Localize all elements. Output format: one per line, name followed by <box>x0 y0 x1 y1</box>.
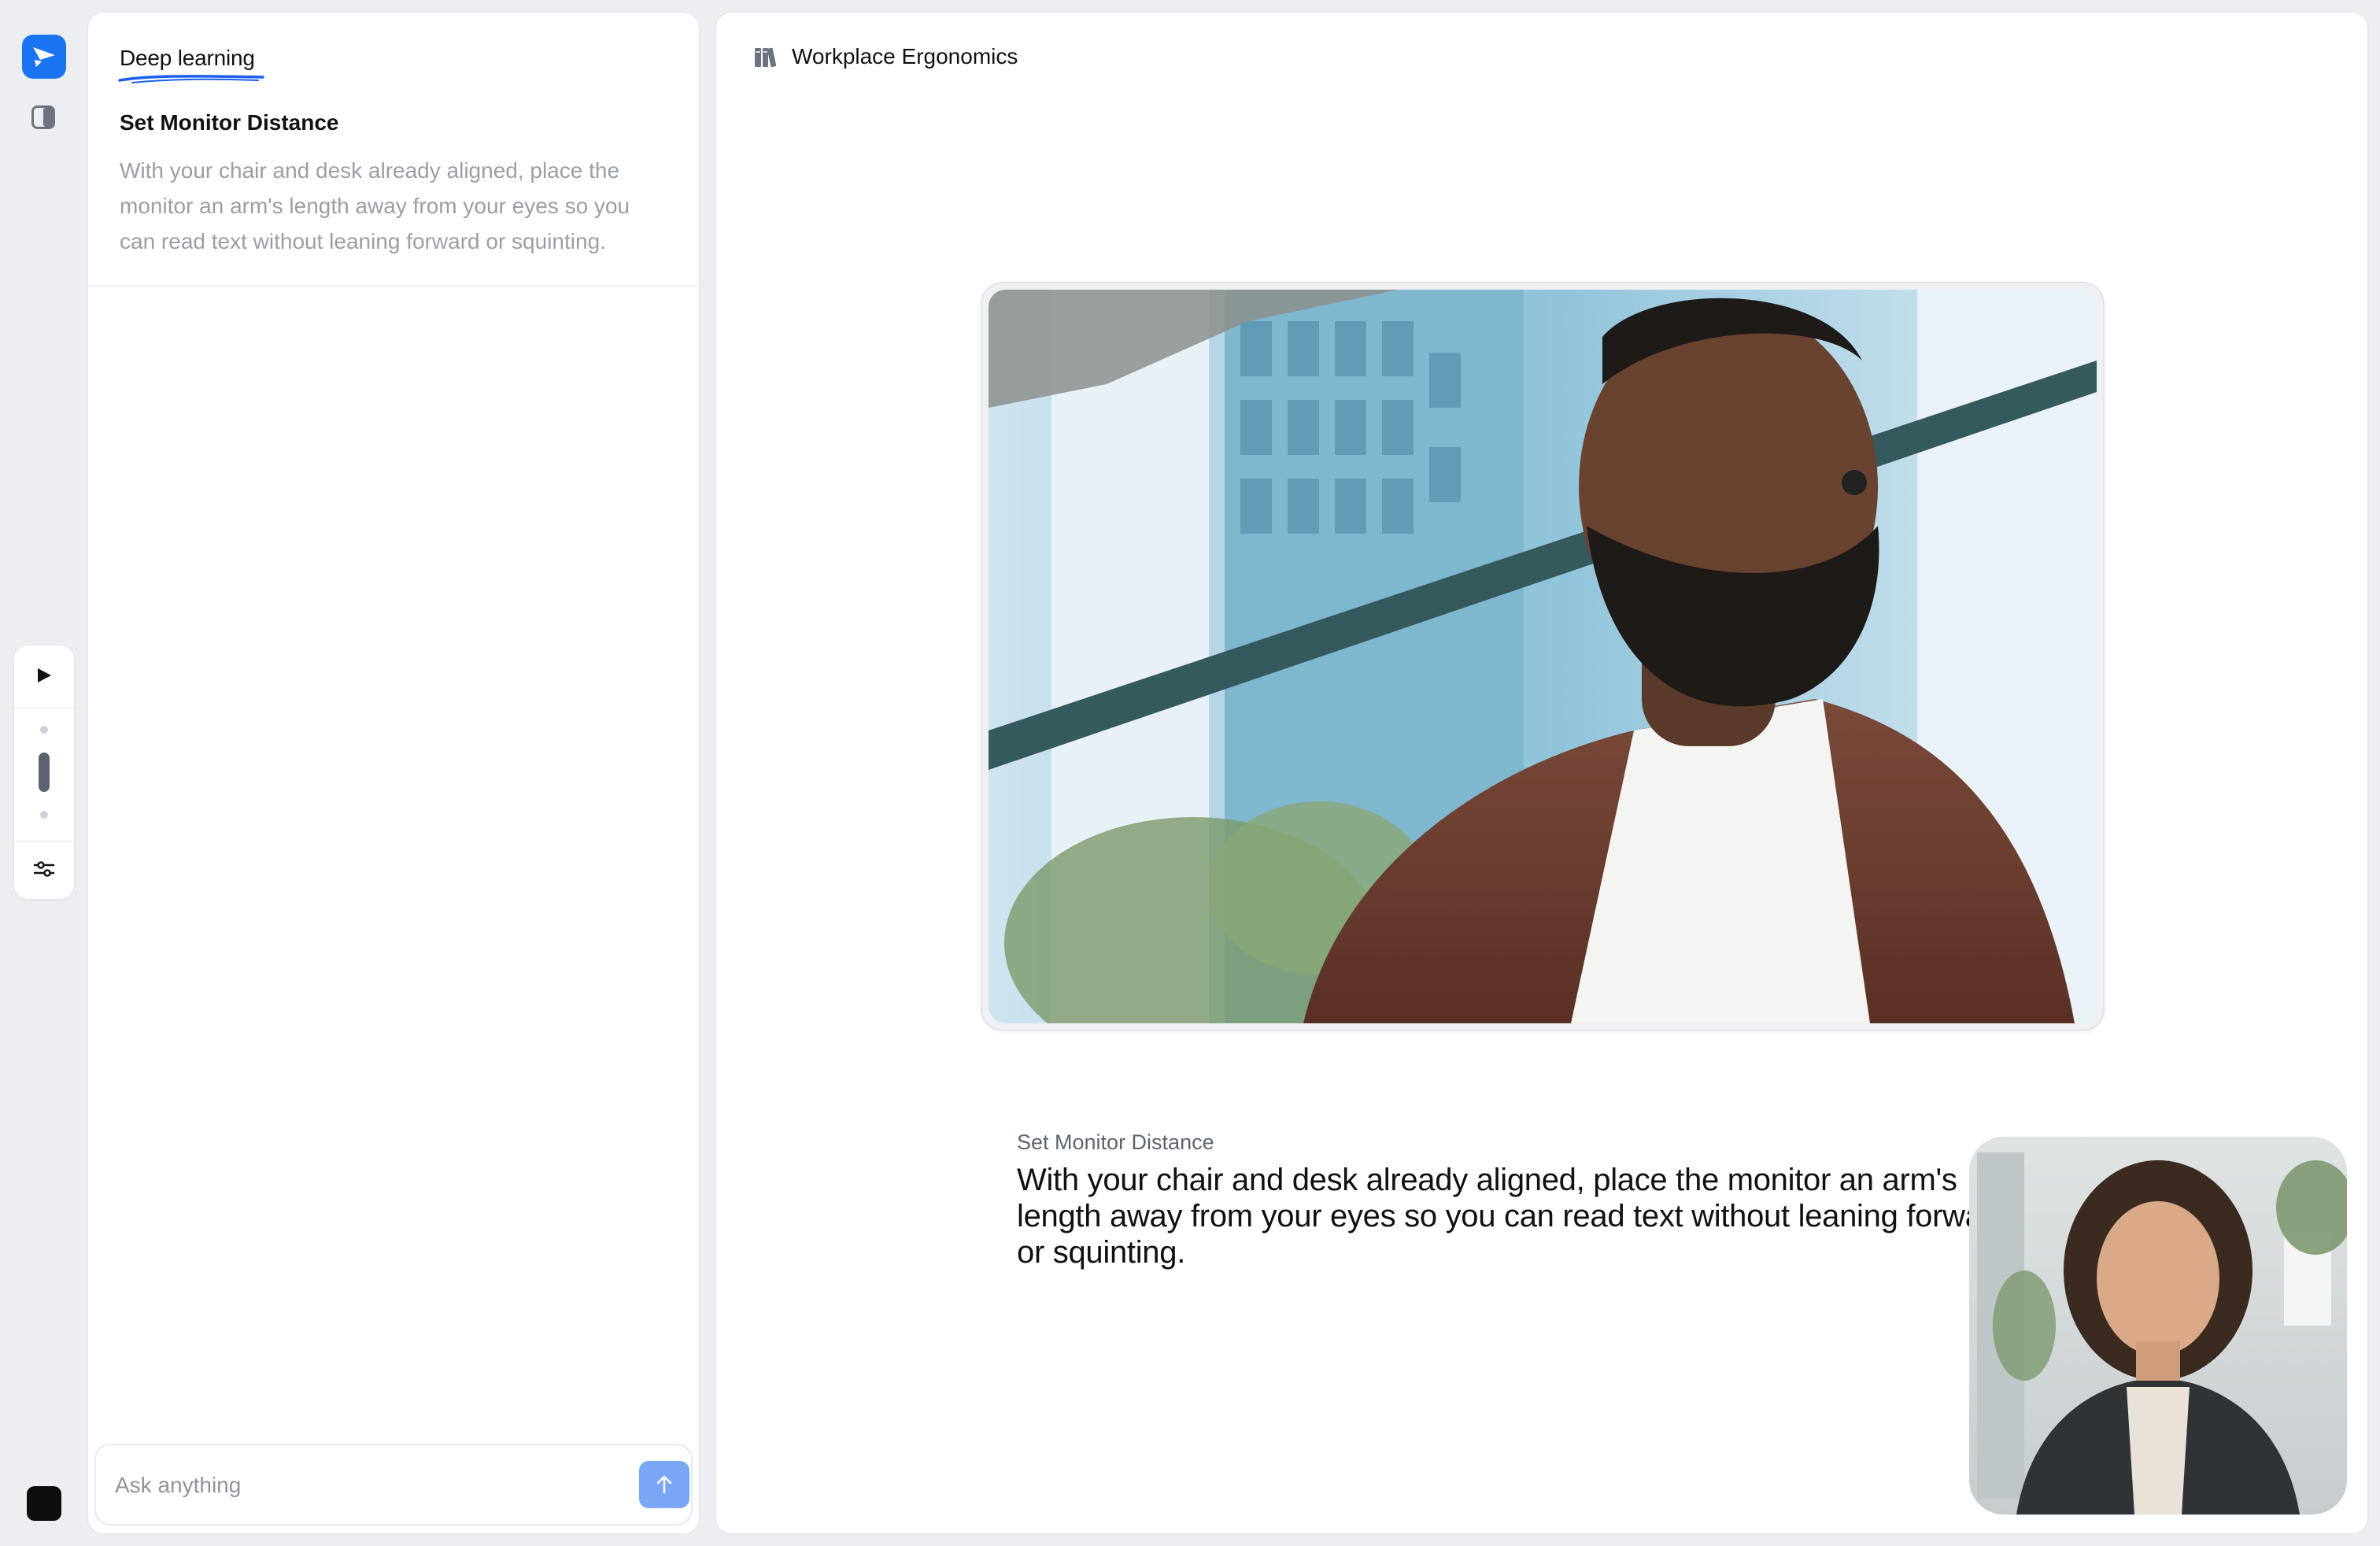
progress-dot[interactable] <box>40 726 48 734</box>
sidebar-toggle-icon[interactable] <box>30 104 57 131</box>
step-description: With your chair and desk already aligned… <box>120 158 630 253</box>
caption-text: With your chair and desk already aligned… <box>1017 1163 2010 1270</box>
divider <box>14 707 74 708</box>
play-logo-icon[interactable] <box>22 35 66 79</box>
lesson-image-frame <box>981 282 2105 1031</box>
course-header: Workplace Ergonomics <box>752 44 1018 69</box>
divider <box>88 285 699 287</box>
lesson-player-controls <box>14 645 74 899</box>
ask-box <box>94 1444 693 1526</box>
course-title: Workplace Ergonomics <box>792 44 1018 68</box>
ask-input[interactable] <box>115 1466 587 1505</box>
lesson-sidebar: Deep learning Set Monitor Distance With … <box>87 11 700 1535</box>
topic-tab-deep-learning[interactable]: Deep learning <box>120 46 255 71</box>
progress-slider-thumb[interactable] <box>39 753 50 792</box>
user-avatar[interactable] <box>27 1486 61 1521</box>
send-button[interactable] <box>639 1461 689 1508</box>
arrow-up-icon <box>656 1475 672 1494</box>
caption-label: Set Monitor Distance <box>1017 1130 1214 1154</box>
presenter-video[interactable] <box>1969 1137 2347 1515</box>
play-icon[interactable] <box>28 660 60 691</box>
sliders-icon[interactable] <box>28 853 60 885</box>
left-rail <box>0 0 87 1546</box>
active-tab-underline <box>118 75 264 83</box>
books-icon <box>755 47 777 68</box>
divider <box>14 841 74 842</box>
step-title: Set Monitor Distance <box>120 110 339 135</box>
lesson-main-panel: Workplace Ergonomics Set Monitor Distanc… <box>715 11 2369 1535</box>
lesson-photo <box>989 290 2097 1023</box>
progress-dot[interactable] <box>40 811 48 819</box>
